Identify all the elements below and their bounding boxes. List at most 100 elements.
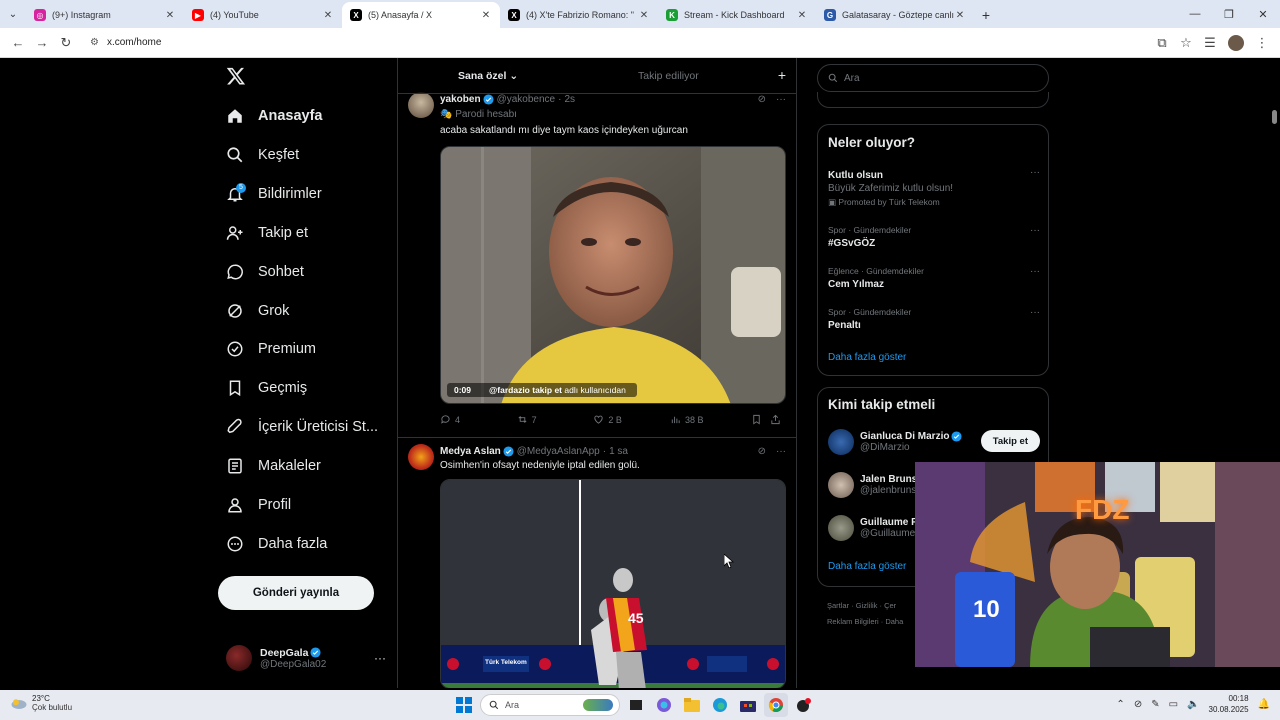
back-icon[interactable]: ←	[6, 31, 30, 55]
show-more-suggestions[interactable]: Daha fazla göster	[828, 561, 906, 572]
notifications-icon[interactable]: 🔔	[1258, 699, 1270, 710]
scrollbar-thumb[interactable]	[1272, 110, 1277, 124]
minimize-icon[interactable]: —	[1178, 0, 1212, 28]
share-button[interactable]	[770, 414, 786, 425]
nav-item-bookmark[interactable]: Geçmiş	[226, 374, 307, 402]
taskbar-search-input[interactable]: Ara	[480, 694, 620, 716]
browser-tab[interactable]: G Galatasaray - Göztepe canlı skor✕	[816, 2, 974, 28]
clock[interactable]: 00:18 30.08.2025	[1209, 693, 1249, 715]
more-dots-icon[interactable]: ···	[1030, 225, 1040, 236]
reading-list-icon[interactable]: ☰	[1198, 31, 1222, 55]
restore-icon[interactable]: ❐	[1212, 0, 1246, 28]
edge-icon[interactable]	[708, 693, 732, 717]
new-tab-button[interactable]: +	[974, 2, 998, 28]
nav-item-more-circle[interactable]: Daha fazla	[226, 530, 327, 558]
x-logo-icon[interactable]	[226, 66, 246, 86]
close-tab-icon[interactable]: ✕	[164, 10, 176, 21]
like-button[interactable]: 2 B	[593, 414, 670, 425]
network-off-icon[interactable]: ⊘	[1134, 699, 1142, 710]
star-icon[interactable]: ☆	[1174, 31, 1198, 55]
tweet-video[interactable]: 0:09 @fardazio takip et adlı kullanıcıda…	[440, 146, 786, 404]
site-info-icon[interactable]: ⚙	[90, 37, 99, 48]
volume-icon[interactable]: 🔈	[1187, 699, 1199, 710]
bookmark-button[interactable]	[751, 414, 771, 425]
views-button[interactable]: 38 B	[670, 414, 751, 425]
account-switcher[interactable]: DeepGala @DeepGala02 ···	[226, 642, 386, 674]
tweet-avatar[interactable]	[408, 92, 434, 118]
install-app-icon[interactable]: ⧉	[1150, 31, 1174, 55]
nav-item-article[interactable]: Makaleler	[226, 452, 321, 480]
forward-icon[interactable]: →	[30, 31, 54, 55]
store-icon[interactable]	[736, 693, 760, 717]
more-dots-icon[interactable]: ···	[374, 651, 386, 665]
more-dots-icon[interactable]: ···	[1030, 266, 1040, 277]
search-input[interactable]: Ara	[817, 64, 1049, 92]
nav-item-search[interactable]: Keşfet	[226, 141, 299, 169]
tweet-author-name[interactable]: Medya Aslan	[440, 446, 501, 457]
browser-tab[interactable]: K Stream - Kick Dashboard ✕	[658, 2, 816, 28]
trend-item[interactable]: Eğlence · Gündemdekiler Cem Yılmaz ···	[828, 266, 1040, 290]
browser-tab[interactable]: X (5) Anasayfa / X ✕	[342, 2, 500, 28]
close-tab-icon[interactable]: ✕	[480, 10, 492, 21]
tweet-author-handle[interactable]: @yakobence	[497, 94, 556, 105]
app-icon[interactable]	[792, 693, 816, 717]
nav-item-profile[interactable]: Profil	[226, 491, 291, 519]
close-tab-icon[interactable]: ✕	[638, 10, 650, 21]
nav-item-home[interactable]: Anasayfa	[226, 102, 322, 130]
grok-icon[interactable]: ⊘	[758, 94, 766, 105]
more-dots-icon[interactable]: ···	[1030, 167, 1040, 178]
start-icon[interactable]	[452, 693, 476, 717]
more-dots-icon[interactable]: ···	[776, 446, 786, 457]
show-more-trends[interactable]: Daha fazla göster	[828, 352, 906, 363]
follow-suggestion[interactable]: Gianluca Di Marzio @DiMarzio Takip et	[828, 428, 1040, 456]
nav-item-premium[interactable]: Premium	[226, 335, 316, 363]
nav-item-grok[interactable]: Grok	[226, 297, 289, 325]
nav-item-bell[interactable]: 5 Bildirimler	[226, 180, 322, 208]
close-window-icon[interactable]: ✕	[1246, 0, 1280, 28]
post-button[interactable]: Gönderi yayınla	[218, 576, 374, 610]
add-feed-icon[interactable]: +	[778, 67, 786, 83]
display-icon[interactable]: ▭	[1169, 699, 1178, 710]
browser-tab[interactable]: X (4) X'te Fabrizio Romano: " ✕	[500, 2, 658, 28]
tweet-author-name[interactable]: yakoben	[440, 94, 481, 105]
reload-icon[interactable]: ↻	[54, 31, 78, 55]
tab-for-you[interactable]: Sana özel ⌄	[458, 70, 518, 82]
reply-button[interactable]: 4	[440, 414, 517, 425]
task-view-icon[interactable]	[624, 693, 648, 717]
footer-line-1[interactable]: Şartlar · Gizlilik · Çer	[827, 598, 903, 614]
menu-icon[interactable]: ⋮	[1250, 31, 1274, 55]
trend-item[interactable]: Kutlu olsun Büyük Zaferimiz kutlu olsun!…	[828, 167, 1040, 208]
weather-widget[interactable]: 23°C Çok bulutlu	[10, 694, 72, 712]
tweet[interactable]: yakoben @yakobence · 2s ⊘ ··· 🎭 Parodi h…	[398, 86, 796, 438]
close-tab-icon[interactable]: ✕	[796, 10, 808, 21]
repost-button[interactable]: 7	[517, 414, 594, 425]
grok-icon[interactable]: ⊘	[758, 446, 766, 457]
tweet-author-handle[interactable]: @MedyaAslanApp	[517, 446, 600, 457]
tweet-time[interactable]: 1 sa	[609, 446, 628, 457]
chrome-icon[interactable]	[764, 693, 788, 717]
tweet-time[interactable]: 2s	[564, 94, 575, 105]
close-tab-icon[interactable]: ✕	[322, 10, 334, 21]
more-dots-icon[interactable]: ···	[1030, 307, 1040, 318]
footer-line-2[interactable]: Reklam Bilgileri · Daha	[827, 614, 903, 630]
tab-search-icon[interactable]: ⌄	[0, 0, 26, 28]
close-tab-icon[interactable]: ✕	[954, 10, 966, 21]
file-explorer-icon[interactable]	[680, 693, 704, 717]
nav-item-rocket[interactable]: İçerik Üreticisi St...	[226, 413, 378, 441]
trend-item[interactable]: Spor · Gündemdekiler Penaltı ···	[828, 307, 1040, 331]
tweet[interactable]: Medya Aslan @MedyaAslanApp · 1 sa ⊘ ··· …	[398, 438, 796, 688]
browser-tab[interactable]: ▶ (4) YouTube ✕	[184, 2, 342, 28]
tweet-avatar[interactable]	[408, 444, 434, 470]
profile-avatar[interactable]	[1228, 34, 1244, 51]
nav-item-follow[interactable]: Takip et	[226, 219, 308, 247]
tweet-video[interactable]: 45 Türk Telekom	[440, 479, 786, 688]
trend-item[interactable]: Spor · Gündemdekiler #GSvGÖZ ···	[828, 225, 1040, 249]
more-dots-icon[interactable]: ···	[776, 94, 786, 105]
tab-following[interactable]: Takip ediliyor	[638, 70, 699, 82]
copilot-icon[interactable]	[652, 693, 676, 717]
chevron-up-icon[interactable]: ⌃	[1116, 699, 1124, 710]
address-bar[interactable]: ⚙ x.com/home	[84, 31, 1144, 55]
follow-button[interactable]: Takip et	[980, 430, 1040, 452]
browser-tab[interactable]: ◎ (9+) Instagram ✕	[26, 2, 184, 28]
pen-icon[interactable]: ✎	[1151, 699, 1159, 710]
